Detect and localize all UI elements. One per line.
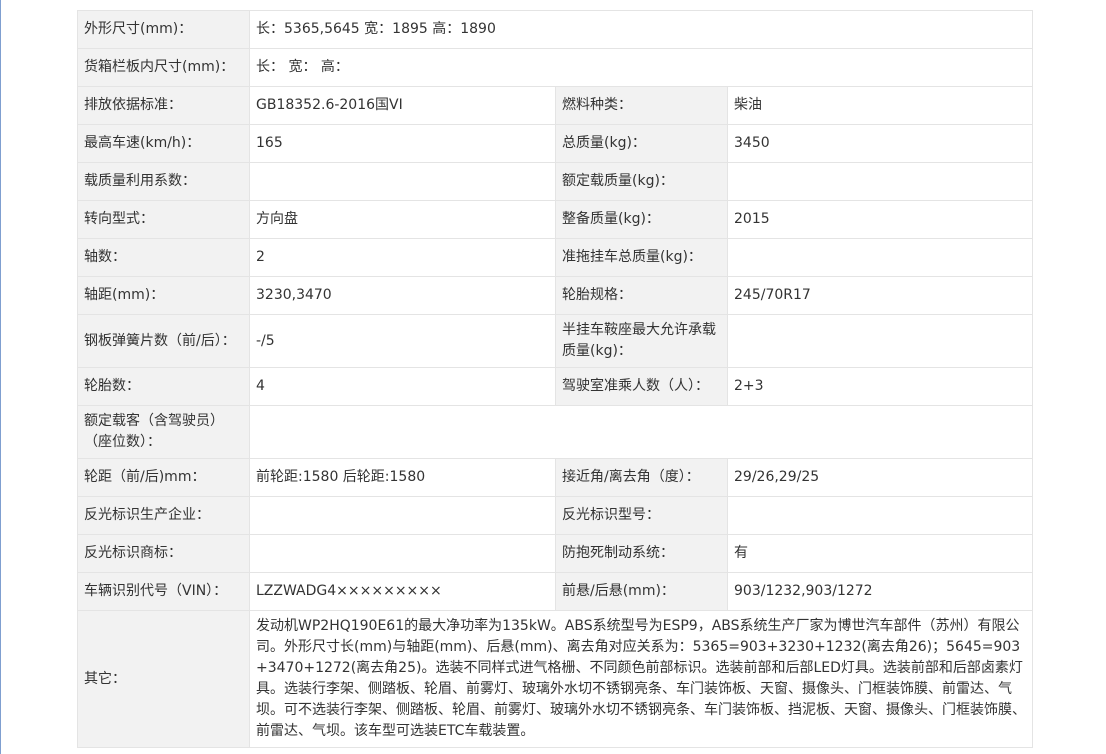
spec-label: 额定载质量(kg)： — [555, 162, 728, 201]
spec-label: 轮距（前/后)mm： — [77, 458, 250, 497]
spec-label: 总质量(kg)： — [555, 124, 728, 163]
table-row: 其它： 发动机WP2HQ190E61的最大净功率为135kW。ABS系统型号为E… — [77, 610, 1034, 748]
spec-label: 接近角/离去角（度）： — [555, 458, 728, 497]
spec-value: 方向盘 — [249, 200, 556, 239]
spec-label: 半挂车鞍座最大允许承载质量(kg)： — [555, 314, 728, 368]
spec-value: 前轮距:1580 后轮距:1580 — [249, 458, 556, 497]
spec-value: 长： 宽： 高： — [248, 48, 1034, 87]
table-row: 货箱栏板内尺寸(mm)： 长： 宽： 高： — [77, 48, 1034, 87]
spec-label: 其它： — [77, 610, 250, 748]
spec-value: -/5 — [249, 314, 556, 368]
table-row: 额定载客（含驾驶员）（座位数）： — [77, 405, 1034, 459]
spec-value: 165 — [249, 124, 556, 163]
page-left-border — [0, 0, 1, 754]
spec-label: 反光标识型号： — [555, 496, 728, 535]
spec-value — [726, 162, 1034, 201]
table-row: 反光标识生产企业： 反光标识型号： — [77, 496, 1034, 535]
spec-value — [726, 314, 1034, 368]
table-row: 车辆识别代号（VIN）： LZZWADG4××××××××× 前悬/后悬(mm)… — [77, 572, 1034, 611]
table-row: 轴距(mm)： 3230,3470 轮胎规格： 245/70R17 — [77, 276, 1034, 315]
spec-label: 转向型式： — [77, 200, 250, 239]
spec-label: 防抱死制动系统： — [555, 534, 728, 573]
table-row: 反光标识商标： 防抱死制动系统： 有 — [77, 534, 1034, 573]
spec-label: 反光标识生产企业： — [77, 496, 250, 535]
spec-value: 3450 — [726, 124, 1034, 163]
table-row: 轮胎数： 4 驾驶室准乘人数（人）： 2+3 — [77, 367, 1034, 406]
spec-value: 有 — [726, 534, 1034, 573]
spec-value — [726, 496, 1034, 535]
spec-value: 3230,3470 — [249, 276, 556, 315]
spec-label: 载质量利用系数： — [77, 162, 250, 201]
spec-label: 钢板弹簧片数（前/后）： — [77, 314, 250, 368]
table-row: 轮距（前/后)mm： 前轮距:1580 后轮距:1580 接近角/离去角（度）：… — [77, 458, 1034, 497]
vehicle-spec-table: 外形尺寸(mm)： 长：5365,5645 宽：1895 高：1890 货箱栏板… — [77, 10, 1034, 748]
spec-label: 额定载客（含驾驶员）（座位数）： — [77, 405, 250, 459]
spec-label: 最高车速(km/h)： — [77, 124, 250, 163]
spec-value — [249, 162, 556, 201]
spec-value: 4 — [249, 367, 556, 406]
spec-label: 整备质量(kg)： — [555, 200, 728, 239]
table-row: 外形尺寸(mm)： 长：5365,5645 宽：1895 高：1890 — [77, 10, 1034, 49]
spec-label: 车辆识别代号（VIN）： — [77, 572, 250, 611]
spec-value: 柴油 — [726, 86, 1034, 125]
spec-label: 准拖挂车总质量(kg)： — [555, 238, 728, 277]
spec-label: 货箱栏板内尺寸(mm)： — [77, 48, 250, 87]
table-row: 转向型式： 方向盘 整备质量(kg)： 2015 — [77, 200, 1034, 239]
spec-value: GB18352.6-2016国VI — [249, 86, 556, 125]
spec-label: 外形尺寸(mm)： — [77, 10, 250, 49]
spec-value: 29/26,29/25 — [726, 458, 1034, 497]
table-row: 钢板弹簧片数（前/后）： -/5 半挂车鞍座最大允许承载质量(kg)： — [77, 314, 1034, 368]
spec-label: 排放依据标准： — [77, 86, 250, 125]
table-row: 轴数： 2 准拖挂车总质量(kg)： — [77, 238, 1034, 277]
spec-label: 轴数： — [77, 238, 250, 277]
spec-label: 燃料种类： — [555, 86, 728, 125]
table-row: 排放依据标准： GB18352.6-2016国VI 燃料种类： 柴油 — [77, 86, 1034, 125]
spec-value: 903/1232,903/1272 — [726, 572, 1034, 611]
spec-label: 反光标识商标： — [77, 534, 250, 573]
spec-label: 轮胎数： — [77, 367, 250, 406]
table-row: 载质量利用系数： 额定载质量(kg)： — [77, 162, 1034, 201]
spec-value: 2+3 — [726, 367, 1034, 406]
spec-value-notes: 发动机WP2HQ190E61的最大净功率为135kW。ABS系统型号为ESP9，… — [248, 610, 1034, 748]
spec-value: 245/70R17 — [726, 276, 1034, 315]
spec-label: 轮胎规格： — [555, 276, 728, 315]
spec-label: 前悬/后悬(mm)： — [555, 572, 728, 611]
spec-value: LZZWADG4××××××××× — [249, 572, 556, 611]
spec-value: 长：5365,5645 宽：1895 高：1890 — [248, 10, 1034, 49]
spec-value — [249, 534, 556, 573]
spec-value — [248, 405, 1034, 459]
table-row: 最高车速(km/h)： 165 总质量(kg)： 3450 — [77, 124, 1034, 163]
spec-label: 驾驶室准乘人数（人）： — [555, 367, 728, 406]
spec-value — [249, 496, 556, 535]
spec-label: 轴距(mm)： — [77, 276, 250, 315]
spec-value: 2 — [249, 238, 556, 277]
spec-value — [726, 238, 1034, 277]
spec-value: 2015 — [726, 200, 1034, 239]
